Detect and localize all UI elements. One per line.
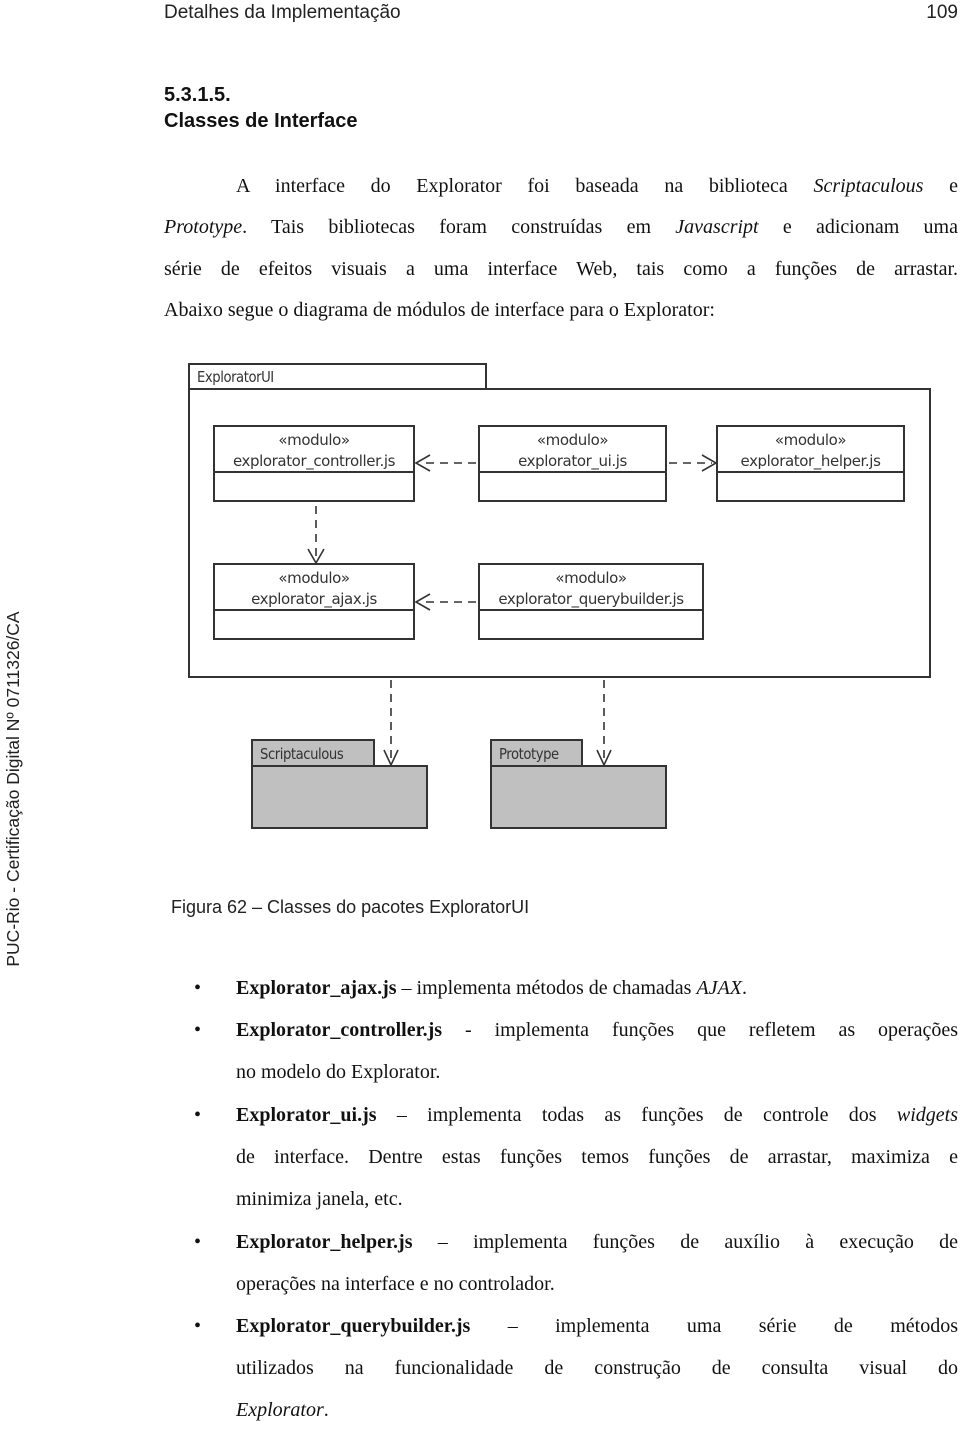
package-name: ExploratorUI	[197, 368, 274, 386]
text-run: . Tais bibliotecas foram construídas em	[242, 216, 676, 238]
section-number: 5.3.1.5.	[164, 84, 231, 106]
module-stereotype: «modulo»	[555, 569, 627, 587]
package-tab	[188, 363, 487, 390]
diagram-canvas	[188, 363, 931, 829]
text-run: e adicionam uma	[758, 216, 958, 238]
running-title: Detalhes da Implementação	[164, 2, 401, 23]
arrowhead-icon	[701, 454, 718, 472]
module-box-ajax	[213, 563, 415, 640]
section-title: Classes de Interface	[164, 110, 358, 132]
external-package-name-prototype: Prototype	[499, 745, 559, 763]
bullet-icon: •	[194, 1315, 202, 1337]
list-item-line: no modelo do Explorator.	[236, 1061, 441, 1083]
module-name-controller: explorator_controller.js	[232, 452, 396, 470]
bullet-icon: •	[194, 1231, 202, 1253]
list-item-line: Explorator_ui.js – implementa todas as f…	[236, 1101, 958, 1143]
module-box-querybuilder	[478, 563, 704, 640]
intro-line-4: Abaixo segue o diagrama de módulos de in…	[164, 299, 715, 321]
module-stereotype: «modulo»	[536, 431, 609, 449]
bullet-icon: •	[194, 977, 202, 999]
module-name-helper: explorator_helper.js	[740, 452, 881, 470]
package-diagram: ExploratorUI «modulo» explorator_control…	[0, 0, 960, 900]
bullet-icon: •	[194, 1019, 202, 1041]
italic-term: Scriptaculous	[813, 175, 924, 197]
module-term: Explorator_helper.js	[236, 1231, 413, 1253]
module-name-ui: explorator_ui.js	[518, 452, 627, 470]
list-item-line: Explorator_helper.js – implementa funçõe…	[236, 1228, 958, 1270]
bullet-icon: •	[194, 1104, 202, 1126]
text-run: e	[923, 175, 958, 197]
package-body	[188, 388, 931, 678]
list-item-line: minimiza janela, etc.	[236, 1188, 403, 1210]
list-item-line: de interface. Dentre estas funções temos…	[236, 1146, 958, 1168]
module-box-ui	[478, 425, 667, 502]
text-run: .	[323, 1399, 329, 1421]
module-term: Explorator_ui.js	[236, 1104, 377, 1126]
intro-line-1: A interface do Explorator foi baseada na…	[236, 172, 958, 200]
module-term: Explorator_querybuilder.js	[236, 1315, 471, 1337]
italic-term: widgets	[896, 1104, 958, 1126]
list-item-line: utilizados na funcionalidade de construç…	[236, 1357, 958, 1379]
page-number: 109	[926, 2, 958, 23]
text-run: – implementa uma série de métodos	[470, 1315, 958, 1337]
text-run: – implementa métodos de chamadas	[396, 977, 697, 999]
list-item-line: Explorator_controller.js - implementa fu…	[236, 1016, 958, 1058]
italic-term: AJAX	[696, 977, 742, 999]
module-term: Explorator_controller.js	[236, 1019, 443, 1041]
text-run: – implementa funções de auxílio à execuç…	[412, 1231, 958, 1253]
figure-caption: Figura 62 – Classes do pacotes Explorato…	[171, 897, 530, 917]
external-package-body-scriptaculous	[251, 765, 428, 829]
module-stereotype: «modulo»	[774, 431, 847, 449]
intro-line-2: Prototype. Tais bibliotecas foram constr…	[164, 213, 958, 241]
certification-stamp: PUC-Rio - Certificação Digital Nº 071132…	[3, 611, 23, 967]
text-run: – implementa todas as funções de control…	[376, 1104, 897, 1126]
text-run: - implementa funções que refletem as ope…	[442, 1019, 958, 1041]
arrowhead-icon	[383, 749, 399, 767]
arrowhead-icon	[307, 548, 325, 565]
module-box-controller	[213, 425, 415, 502]
arrowhead-icon	[414, 593, 431, 611]
module-box-helper	[716, 425, 905, 502]
list-item-line: Explorator.	[236, 1396, 958, 1438]
italic-term: Explorator	[236, 1399, 324, 1421]
external-package-tab-prototype	[490, 739, 583, 767]
external-package-name-scriptaculous: Scriptaculous	[260, 745, 344, 763]
text-run: A interface do Explorator foi baseada na…	[236, 175, 814, 197]
list-item-line: operações na interface e no controlador.	[236, 1273, 555, 1295]
intro-line-3: série de efeitos visuais a uma interface…	[164, 258, 958, 280]
arrowhead-icon	[596, 749, 612, 767]
external-package-tab-scriptaculous	[251, 739, 375, 767]
italic-term: Javascript	[675, 216, 759, 238]
module-name-ajax: explorator_ajax.js	[251, 590, 377, 608]
module-stereotype: «modulo»	[278, 569, 350, 587]
external-package-body-prototype	[490, 765, 667, 829]
list-item-line: Explorator_querybuilder.js – implementa …	[236, 1312, 958, 1354]
running-header: Detalhes da Implementação 109	[164, 0, 958, 26]
arrowhead-icon	[414, 454, 431, 472]
module-stereotype: «modulo»	[278, 431, 350, 449]
text-run: .	[742, 977, 747, 999]
italic-term: Prototype	[164, 216, 243, 238]
list-item-line: Explorator_ajax.js – implementa métodos …	[236, 974, 958, 1016]
module-name-querybuilder: explorator_querybuilder.js	[498, 590, 684, 608]
module-term: Explorator_ajax.js	[236, 977, 397, 999]
